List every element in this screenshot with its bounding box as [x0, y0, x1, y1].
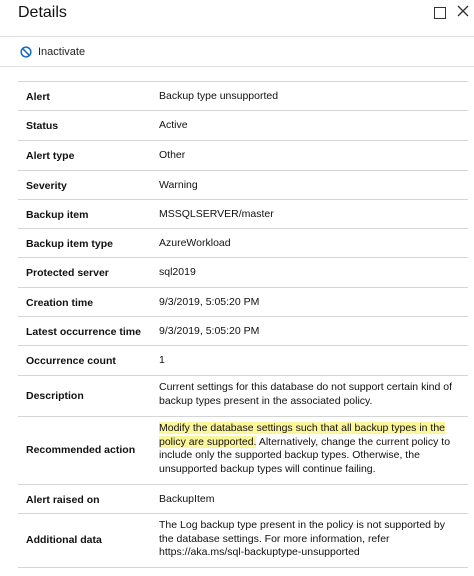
- row-label: Alert type: [26, 150, 75, 162]
- row-label: Additional data: [26, 534, 102, 546]
- toolbar: Inactivate: [0, 37, 474, 65]
- row-label: Alert raised on: [26, 494, 100, 506]
- table-row: Status Active: [18, 110, 468, 140]
- table-row: Additional data The Log backup type pres…: [18, 513, 468, 567]
- row-divider: [18, 257, 468, 258]
- row-divider: [18, 316, 468, 317]
- table-row: Latest occurrence time 9/3/2019, 5:05:20…: [18, 316, 468, 345]
- panel-title: Details: [18, 4, 67, 21]
- inactivate-button[interactable]: Inactivate: [20, 44, 85, 60]
- table-row: Alert raised on BackupItem: [18, 484, 468, 513]
- row-value: Current settings for this database do no…: [159, 381, 453, 407]
- row-value: Backup type unsupported: [159, 90, 279, 102]
- toolbar-divider: [0, 66, 474, 67]
- row-divider: [18, 199, 468, 200]
- row-divider: [18, 287, 468, 288]
- row-label: Severity: [26, 180, 67, 192]
- row-value: Active: [159, 119, 188, 131]
- close-icon[interactable]: [456, 4, 470, 18]
- row-divider: [18, 170, 468, 171]
- row-divider: [18, 140, 468, 141]
- row-divider: [18, 228, 468, 229]
- row-label: Recommended action: [26, 444, 136, 456]
- maximize-icon[interactable]: [434, 7, 446, 19]
- row-divider: [18, 567, 468, 568]
- row-value: Warning: [159, 179, 198, 191]
- table-row: Protected server sql2019: [18, 257, 468, 287]
- row-value: BackupItem: [159, 493, 215, 505]
- row-value: 1: [159, 354, 165, 366]
- row-label: Latest occurrence time: [26, 326, 141, 338]
- row-value: 9/3/2019, 5:05:20 PM: [159, 325, 260, 337]
- table-row: Severity Warning: [18, 170, 468, 199]
- row-label: Description: [26, 390, 84, 402]
- table-row: Description Current settings for this da…: [18, 375, 468, 416]
- row-divider: [18, 345, 468, 346]
- table-row: Backup item MSSQLSERVER/master: [18, 199, 468, 228]
- table-row: Occurrence count 1: [18, 345, 468, 375]
- row-label: Creation time: [26, 297, 94, 309]
- table-row: Backup item type AzureWorkload: [18, 228, 468, 257]
- row-divider: [18, 110, 468, 111]
- row-value: The Log backup type present in the polic…: [159, 519, 446, 558]
- row-divider: [18, 513, 468, 514]
- row-label: Backup item type: [26, 238, 113, 250]
- row-value: AzureWorkload: [159, 237, 231, 249]
- row-divider: [18, 81, 468, 82]
- row-divider: [18, 484, 468, 485]
- row-divider: [18, 375, 468, 376]
- table-row: Creation time 9/3/2019, 5:05:20 PM: [18, 287, 468, 316]
- table-row: Recommended action Modify the database s…: [18, 416, 468, 484]
- block-icon: [20, 46, 32, 58]
- table-row: Alert Backup type unsupported: [18, 81, 468, 110]
- row-value: 9/3/2019, 5:05:20 PM: [159, 296, 260, 308]
- row-value: Modify the database settings such that a…: [159, 422, 459, 476]
- table-row: Alert type Other: [18, 140, 468, 170]
- row-label: Alert: [26, 91, 50, 103]
- row-divider: [18, 416, 468, 417]
- row-label: Protected server: [26, 267, 109, 279]
- panel-header: Details: [0, 0, 474, 36]
- row-label: Backup item: [26, 209, 89, 221]
- row-label: Status: [26, 120, 59, 132]
- row-value: MSSQLSERVER/master: [159, 208, 274, 220]
- row-value: Other: [159, 149, 186, 161]
- row-value: sql2019: [159, 266, 196, 278]
- row-label: Occurrence count: [26, 355, 116, 367]
- inactivate-label: Inactivate: [38, 46, 86, 58]
